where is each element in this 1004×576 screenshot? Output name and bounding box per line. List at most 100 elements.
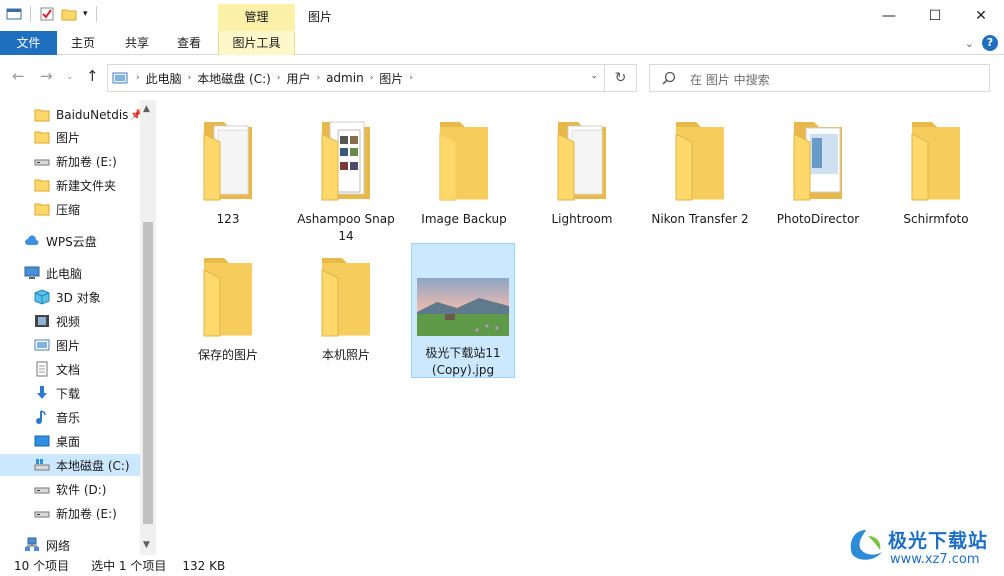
breadcrumb-item[interactable]: admin (320, 71, 370, 85)
pictures-location-icon (112, 72, 128, 84)
file-name: Ashampoo Snap 14 (297, 212, 395, 243)
desktop-icon (34, 435, 50, 447)
file-name: Lightroom (551, 212, 613, 226)
breadcrumb-item[interactable]: 此电脑 (140, 70, 188, 87)
address-bar[interactable]: › 此电脑 › 本地磁盘 (C:) › 用户 › admin › 图片 › ⌄ … (107, 64, 637, 92)
chevron-right-icon[interactable]: › (409, 73, 413, 83)
close-button[interactable]: ✕ (958, 0, 1004, 31)
picture-icon (34, 339, 50, 351)
breadcrumb-item[interactable]: 本地磁盘 (C:) (191, 70, 277, 87)
search-box[interactable]: 在 图片 中搜索 (649, 64, 990, 92)
video-icon (35, 315, 49, 327)
file-name: 极光下载站11 (Copy).jpg (425, 346, 501, 377)
search-input[interactable]: 在 图片 中搜索 (690, 71, 770, 88)
file-name: PhotoDirector (776, 212, 860, 226)
recent-locations-icon[interactable]: ⌄ (66, 72, 74, 82)
music-icon (36, 410, 46, 424)
new-folder-icon[interactable] (61, 6, 77, 22)
sidebar-item-drive-d[interactable]: 软件 (D:) (0, 478, 140, 500)
refresh-icon: ↻ (614, 70, 627, 86)
help-icon[interactable]: ? (982, 35, 998, 51)
sidebar-item-label: 新加卷 (E:) (56, 506, 117, 521)
up-arrow-icon[interactable]: ↑ (86, 67, 99, 85)
tab-view[interactable]: 查看 (168, 31, 210, 55)
scroll-down-icon[interactable]: ▼ (143, 540, 150, 550)
file-item[interactable]: PhotoDirector (766, 114, 870, 228)
sidebar-item-label: 视频 (56, 314, 81, 329)
sidebar-item-baidunetdisk[interactable]: BaiduNetdis 📌 (0, 104, 143, 126)
file-item[interactable]: Schirmfoto (884, 114, 988, 228)
file-item[interactable]: Lightroom (530, 114, 634, 228)
download-icon (37, 386, 47, 399)
customize-toolbar-icon[interactable]: ▾ (83, 9, 88, 19)
sidebar-item-music[interactable]: 音乐 (0, 406, 140, 428)
sidebar-item-label: 桌面 (56, 434, 81, 449)
sidebar-item-label: 音乐 (56, 410, 81, 425)
sidebar-item-wps-cloud[interactable]: WPS云盘 (0, 230, 140, 252)
forward-arrow-icon[interactable]: → (40, 67, 53, 85)
sidebar-item-label: 图片 (56, 338, 81, 353)
sidebar-item-videos[interactable]: 视频 (0, 310, 140, 332)
file-item[interactable]: 123 (176, 114, 280, 228)
refresh-button[interactable]: ↻ (604, 65, 636, 91)
file-item[interactable]: Ashampoo Snap 14 (294, 114, 398, 245)
sidebar-item-documents[interactable]: 文档 (0, 358, 140, 380)
tab-file[interactable]: 文件 (0, 31, 57, 55)
manage-context-tab[interactable]: 管理 (218, 4, 295, 31)
sidebar-item-network[interactable]: 网络 (0, 534, 140, 555)
watermark-brand: 极光下载站 (888, 530, 989, 552)
sidebar-item-desktop[interactable]: 桌面 (0, 430, 140, 452)
file-name: Image Backup (421, 212, 507, 226)
sidebar-item-local-disk-c[interactable]: 本地磁盘 (C:) (0, 454, 140, 476)
tab-home[interactable]: 主页 (62, 31, 104, 55)
folder-icon (439, 122, 488, 201)
maximize-button[interactable]: ☐ (912, 0, 958, 31)
folder-icon (203, 258, 252, 337)
tab-picture-tools[interactable]: 图片工具 (218, 31, 295, 55)
breadcrumb-item[interactable]: 用户 (280, 70, 316, 87)
file-name: Nikon Transfer 2 (651, 212, 749, 226)
sidebar-item-this-pc[interactable]: 此电脑 (0, 262, 140, 284)
back-arrow-icon[interactable]: ← (12, 67, 25, 85)
sidebar-scrollbar-thumb[interactable] (143, 222, 153, 524)
file-item-selected[interactable]: 极光下载站11 (Copy).jpg (411, 243, 515, 378)
drive-icon (34, 487, 50, 494)
sidebar-item-drive-e[interactable]: 新加卷 (E:) (0, 502, 140, 524)
sidebar-item-drive-e-quick[interactable]: 新加卷 (E:) (0, 150, 140, 172)
sidebar-item-pictures[interactable]: 图片 (0, 334, 140, 356)
title-bar: ▾ 管理 图片 — ☐ ✕ (0, 0, 1004, 31)
computer-icon (24, 266, 40, 279)
search-icon (662, 71, 676, 85)
sidebar-item-compressed[interactable]: 压缩 (0, 198, 140, 220)
selection-count: 选中 1 个项目 (91, 559, 167, 573)
window-title: 图片 (308, 10, 333, 24)
sidebar-item-label: 图片 (56, 130, 81, 145)
file-item[interactable]: Nikon Transfer 2 (648, 114, 752, 228)
chevron-down-icon[interactable]: ⌄ (965, 37, 974, 50)
minimize-button[interactable]: — (866, 0, 912, 31)
sidebar-item-label: 新建文件夹 (56, 178, 117, 193)
sidebar-item-3d-objects[interactable]: 3D 对象 (0, 286, 140, 308)
sidebar-item-new-folder[interactable]: 新建文件夹 (0, 174, 140, 196)
sidebar-item-downloads[interactable]: 下载 (0, 382, 140, 404)
drive-icon (34, 511, 50, 518)
network-icon (25, 537, 39, 551)
file-item[interactable]: 保存的图片 (176, 250, 280, 364)
properties-icon[interactable] (39, 6, 55, 22)
file-item[interactable]: Image Backup (412, 114, 516, 228)
folder-icon (34, 179, 50, 192)
folder-icon (911, 122, 960, 201)
document-icon (36, 361, 48, 377)
sidebar-item-label: 下载 (56, 386, 81, 401)
scroll-up-icon[interactable]: ▲ (143, 104, 150, 114)
address-history-icon[interactable]: ⌄ (590, 71, 598, 81)
sidebar-item-pictures-quick[interactable]: 图片 (0, 126, 140, 148)
folder-icon (34, 131, 50, 144)
sidebar-item-label: 新加卷 (E:) (56, 154, 117, 169)
window-icon[interactable] (6, 6, 22, 22)
breadcrumb-item[interactable]: 图片 (373, 70, 409, 87)
folder-with-screenshots-icon (321, 121, 370, 201)
sidebar-item-label: 压缩 (56, 202, 81, 217)
tab-share[interactable]: 共享 (116, 31, 158, 55)
file-item[interactable]: 本机照片 (294, 250, 398, 364)
